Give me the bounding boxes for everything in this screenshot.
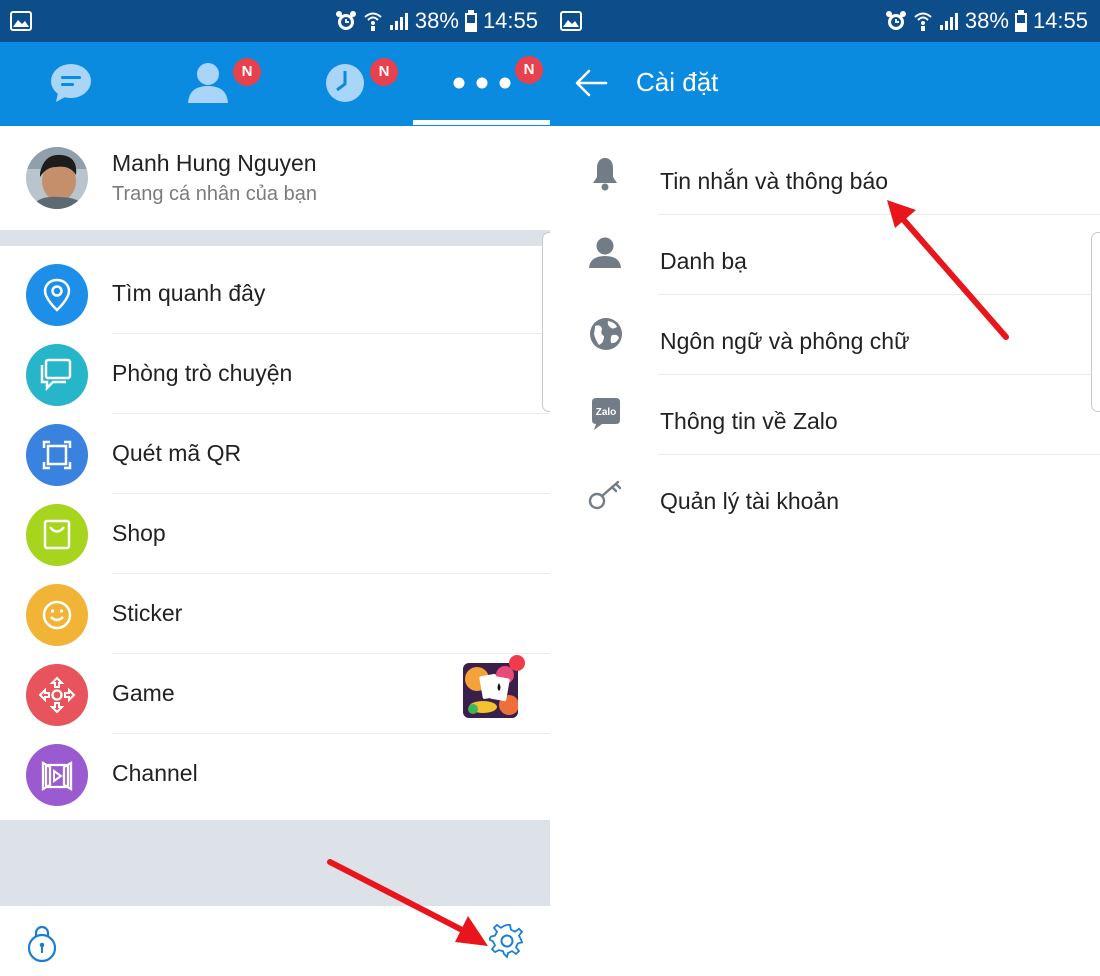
more-dots-icon <box>453 77 511 89</box>
status-bar: 38% 14:55 <box>0 0 550 42</box>
settings-label-about: Thông tin về Zalo <box>660 408 838 434</box>
clock-icon <box>326 64 364 102</box>
settings-item-contacts[interactable]: Danh bạ <box>550 215 1100 295</box>
active-tab-indicator <box>413 120 550 125</box>
menu-item-sticker[interactable]: Sticker <box>0 574 550 654</box>
location-pin-icon <box>26 264 88 326</box>
timeline-badge: N <box>370 58 398 86</box>
menu-label-sticker: Sticker <box>112 600 183 626</box>
chat-room-icon <box>26 344 88 406</box>
settings-item-notifications[interactable]: Tin nhắn và thông báo <box>550 135 1100 215</box>
battery-percent: 38% <box>964 8 1009 33</box>
signal-icon <box>939 13 958 30</box>
menu-label-shop: Shop <box>112 520 166 546</box>
status-right: 38% 14:55 <box>885 5 1088 37</box>
shopping-bag-icon <box>26 504 88 566</box>
status-right: 38% 14:55 <box>335 5 538 37</box>
back-arrow-icon[interactable] <box>574 68 608 98</box>
menu-item-channel[interactable]: Channel <box>0 734 550 814</box>
menu-label-channel: Channel <box>112 760 198 786</box>
game-notification-dot <box>509 655 525 671</box>
qr-scan-icon <box>26 424 88 486</box>
settings-item-about[interactable]: Zalo Thông tin về Zalo <box>550 375 1100 455</box>
more-screen: 38% 14:55 N N N Manh Hung Nguyen Trang c… <box>0 0 550 976</box>
page-title: Cài đặt <box>636 67 719 97</box>
battery-icon <box>1014 10 1027 32</box>
status-bar: 38% 14:55 <box>550 0 1100 42</box>
tab-timeline[interactable]: N <box>275 42 413 126</box>
settings-label-contacts: Danh bạ <box>660 248 747 274</box>
gallery-notification-icon <box>560 11 582 31</box>
channel-play-icon <box>26 744 88 806</box>
section-separator <box>0 230 550 246</box>
wifi-icon <box>364 12 382 31</box>
profile-subtitle: Trang cá nhân của bạn <box>112 183 317 205</box>
profile-name: Manh Hung Nguyen <box>112 150 317 176</box>
clock: 14:55 <box>482 8 538 33</box>
menu-label-game: Game <box>112 680 175 706</box>
menu-label-nearby: Tìm quanh đây <box>112 280 266 306</box>
menu-item-nearby[interactable]: Tìm quanh đây <box>0 254 550 334</box>
footer-spacer <box>0 820 550 906</box>
settings-item-language[interactable]: Ngôn ngữ và phông chữ <box>550 295 1100 375</box>
avatar <box>26 147 88 209</box>
settings-header: Cài đặt <box>550 42 1100 126</box>
scrollbar[interactable] <box>1091 232 1100 412</box>
contacts-icon <box>188 63 228 103</box>
menu-label-chat-rooms: Phòng trò chuyện <box>112 360 293 386</box>
lock-icon[interactable] <box>25 924 59 962</box>
key-icon <box>588 480 622 510</box>
menu-item-chat-rooms[interactable]: Phòng trò chuyện <box>0 334 550 414</box>
settings-screen: 38% 14:55 Cài đặt Tin nhắn và thông báo … <box>550 0 1100 976</box>
gamepad-icon <box>26 664 88 726</box>
wifi-icon <box>914 12 932 31</box>
settings-label-language: Ngôn ngữ và phông chữ <box>660 328 910 354</box>
tab-more[interactable]: N <box>413 42 550 126</box>
battery-icon <box>464 10 477 32</box>
settings-label-notifications: Tin nhắn và thông báo <box>660 168 889 194</box>
smiley-icon <box>26 584 88 646</box>
globe-icon <box>590 318 622 350</box>
contacts-badge: N <box>233 58 261 86</box>
menu-label-qr: Quét mã QR <box>112 440 242 466</box>
gallery-notification-icon <box>10 11 32 31</box>
signal-icon <box>389 13 408 30</box>
menu-item-qr[interactable]: Quét mã QR <box>0 414 550 494</box>
menu-item-shop[interactable]: Shop <box>0 494 550 574</box>
person-icon <box>589 237 621 268</box>
gear-icon[interactable] <box>489 923 525 959</box>
clock: 14:55 <box>1032 8 1088 33</box>
svg-text:Zalo: Zalo <box>596 407 617 418</box>
settings-label-account: Quản lý tài khoản <box>660 488 840 514</box>
scrollbar[interactable] <box>542 232 550 412</box>
bell-icon <box>593 158 617 191</box>
tab-messages[interactable] <box>0 42 137 126</box>
profile-row[interactable]: Manh Hung Nguyen Trang cá nhân của bạn <box>0 126 550 230</box>
message-bubble-icon <box>51 64 91 102</box>
settings-item-account[interactable]: Quản lý tài khoản <box>550 455 1100 535</box>
zalo-icon: Zalo <box>592 398 620 430</box>
tab-contacts[interactable]: N <box>137 42 275 126</box>
more-badge: N <box>515 56 543 84</box>
tab-bar: N N N <box>0 42 550 126</box>
alarm-icon <box>335 11 356 30</box>
bottom-bar <box>0 906 550 976</box>
alarm-icon <box>885 11 906 30</box>
battery-percent: 38% <box>414 8 459 33</box>
game-thumbnail[interactable] <box>463 663 518 718</box>
